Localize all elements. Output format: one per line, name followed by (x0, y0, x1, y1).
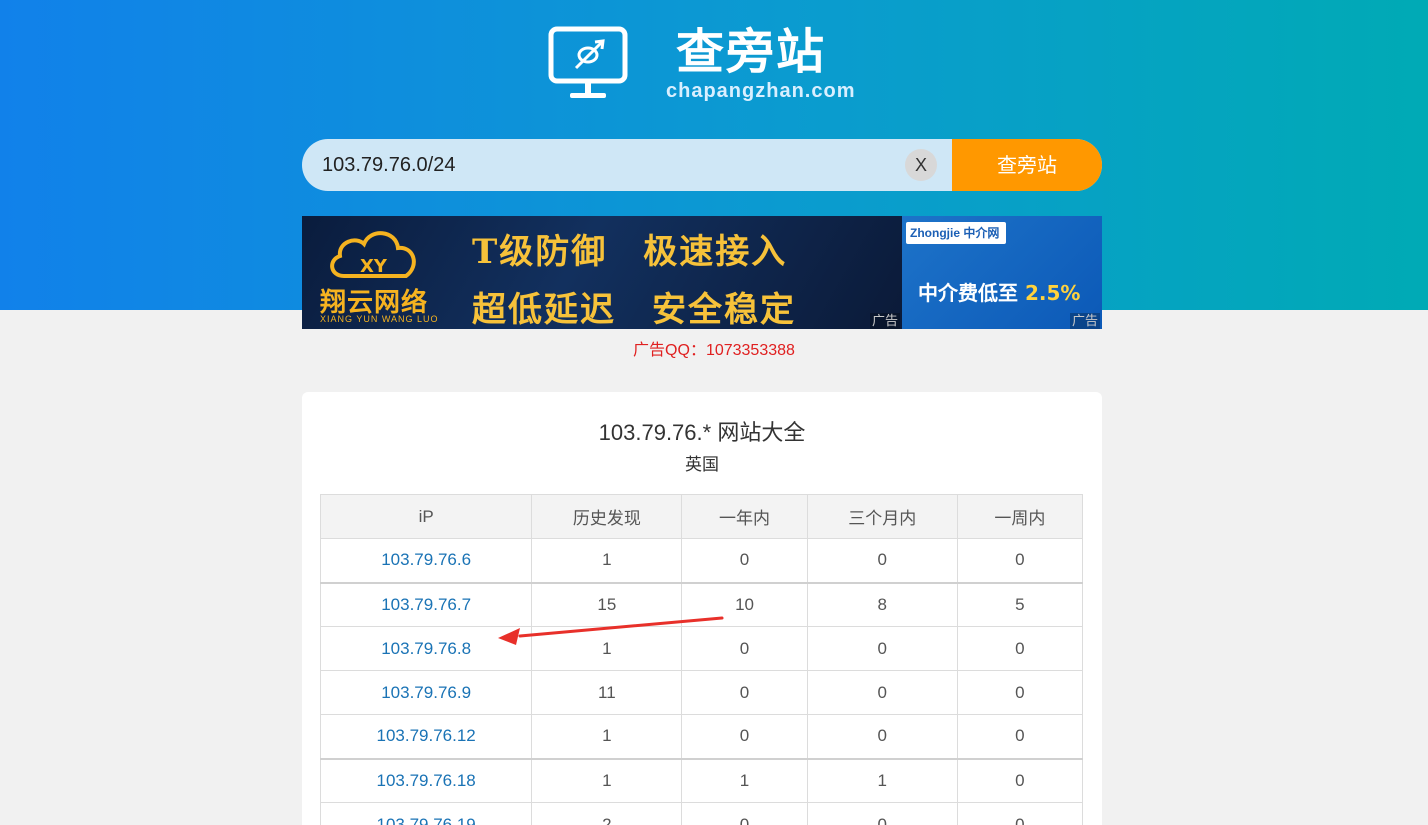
table-row: 103.79.76.6 1 0 0 0 (319, 538, 1084, 583)
history-cell: 1 (531, 757, 683, 803)
column-header-week: 一周内 (956, 494, 1084, 539)
annotation-arrow-icon (498, 616, 724, 645)
ip-link[interactable]: 103.79.76.18 (377, 771, 476, 790)
ad-side-slogan: 中介费低至 2.5% (918, 277, 1080, 306)
table-row: 103.79.76.19 2 0 0 0 (319, 802, 1084, 825)
svg-text:XY: XY (360, 256, 388, 277)
site-logo[interactable]: 查旁站 chapangzhan.com (548, 24, 878, 104)
week-cell: 0 (956, 626, 1084, 671)
table-row: 103.79.76.9 11 0 0 0 (319, 670, 1084, 715)
result-card: 103.79.76.* 网站大全 英国 iP 历史发现 一年内 三个月内 一周内… (302, 392, 1102, 825)
ip-cell: 103.79.76.6 (319, 538, 533, 583)
three-months-cell: 8 (806, 581, 958, 627)
table-row: 103.79.76.18 1 1 1 0 (319, 757, 1084, 803)
week-cell: 0 (956, 714, 1084, 759)
search-input[interactable] (302, 139, 902, 191)
ad-slogan-line-1: T级防御 极速接入 (472, 232, 788, 272)
year-cell: 0 (681, 538, 808, 583)
ip-cell: 103.79.76.9 (319, 670, 533, 715)
search-bar: X 查旁站 (302, 139, 1102, 191)
column-header-three-months: 三个月内 (806, 494, 958, 539)
table-header-row: iP 历史发现 一年内 三个月内 一周内 (319, 494, 1084, 539)
ad-banner-main[interactable]: XY 翔云网络 XIANG YUN WANG LUO T级防御 极速接入 超低延… (302, 216, 902, 329)
year-cell: 0 (681, 714, 808, 759)
result-title: 103.79.76.* 网站大全 (598, 420, 806, 445)
history-cell: 11 (531, 670, 683, 715)
ad-banner-side[interactable]: Zhongjie 中介网 中介费低至 2.5% 广告 (902, 216, 1102, 329)
ad-side-rate: 2.5% (1024, 281, 1081, 305)
three-months-cell: 0 (806, 670, 958, 715)
ip-link[interactable]: 103.79.76.8 (381, 639, 471, 658)
ad-side-tag: 广告 (1069, 313, 1100, 329)
ip-link[interactable]: 103.79.76.19 (377, 815, 476, 825)
search-button[interactable]: 查旁站 (952, 139, 1102, 191)
result-country: 英国 (685, 455, 719, 474)
table-row: 103.79.76.12 1 0 0 0 (319, 714, 1084, 759)
monitor-logo-icon (548, 26, 628, 98)
three-months-cell: 0 (806, 802, 958, 825)
cloud-logo-icon: XY (330, 231, 416, 278)
ip-table: iP 历史发现 一年内 三个月内 一周内 103.79.76.6 1 0 0 0… (319, 494, 1084, 825)
week-cell: 0 (956, 538, 1084, 583)
history-cell: 1 (531, 714, 683, 759)
ip-cell: 103.79.76.12 (319, 714, 533, 759)
column-header-ip: iP (319, 494, 533, 539)
week-cell: 0 (956, 670, 1084, 715)
column-header-year: 一年内 (681, 494, 808, 539)
logo-subtitle: chapangzhan.com (666, 80, 856, 102)
logo-title: 查旁站 (676, 24, 827, 80)
column-header-history: 历史发现 (531, 494, 683, 539)
ip-link[interactable]: 103.79.76.9 (381, 683, 471, 702)
ad-side-slogan-text: 中介费低至 (918, 281, 1025, 305)
three-months-cell: 0 (806, 626, 958, 671)
ip-link[interactable]: 103.79.76.7 (381, 595, 471, 614)
three-months-cell: 0 (806, 714, 958, 759)
clear-search-button[interactable]: X (905, 149, 937, 181)
history-cell: 1 (531, 538, 683, 583)
week-cell: 0 (956, 802, 1084, 825)
year-cell: 0 (681, 802, 808, 825)
ad-slogan-line-2: 超低延迟 安全稳定 (472, 290, 796, 329)
year-cell: 1 (681, 757, 808, 803)
zhongjie-logo: Zhongjie 中介网 (906, 222, 1006, 244)
year-cell: 0 (681, 670, 808, 715)
week-cell: 5 (956, 581, 1084, 627)
ad-contact-qq: 广告QQ：1073353388 (633, 342, 795, 359)
history-cell: 2 (531, 802, 683, 825)
ip-link[interactable]: 103.79.76.6 (381, 550, 471, 569)
ip-cell: 103.79.76.18 (319, 757, 533, 803)
three-months-cell: 0 (806, 538, 958, 583)
ad-tag: 广告 (869, 313, 900, 329)
ip-link[interactable]: 103.79.76.12 (377, 726, 476, 745)
ad-brand-english: XIANG YUN WANG LUO (320, 314, 439, 324)
ip-cell: 103.79.76.19 (319, 802, 533, 825)
three-months-cell: 1 (806, 757, 958, 803)
week-cell: 0 (956, 757, 1084, 803)
